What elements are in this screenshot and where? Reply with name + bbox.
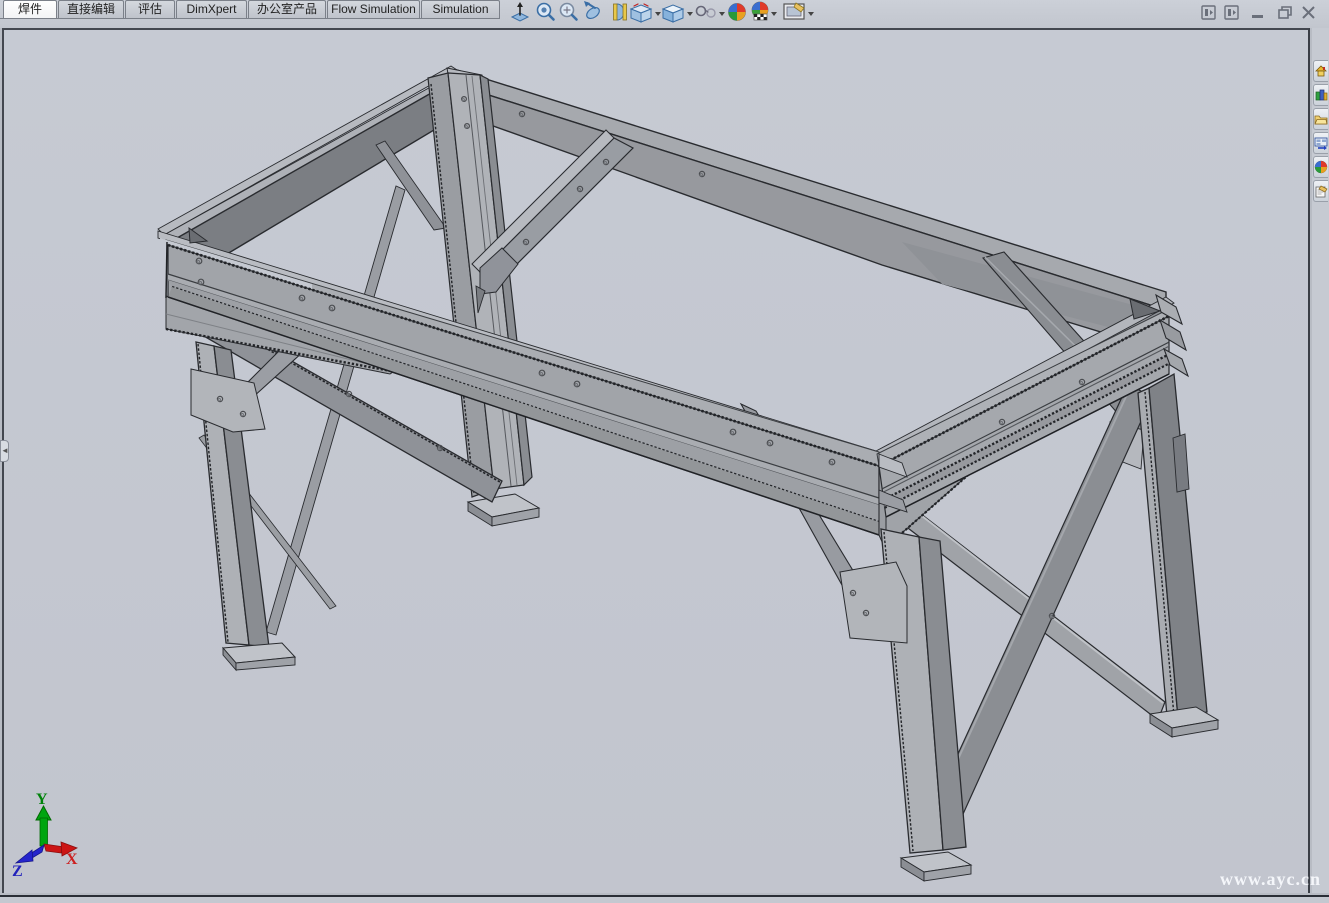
svg-text:Z: Z <box>12 863 23 880</box>
svg-text:X: X <box>66 851 78 868</box>
svg-text:Y: Y <box>36 791 48 808</box>
